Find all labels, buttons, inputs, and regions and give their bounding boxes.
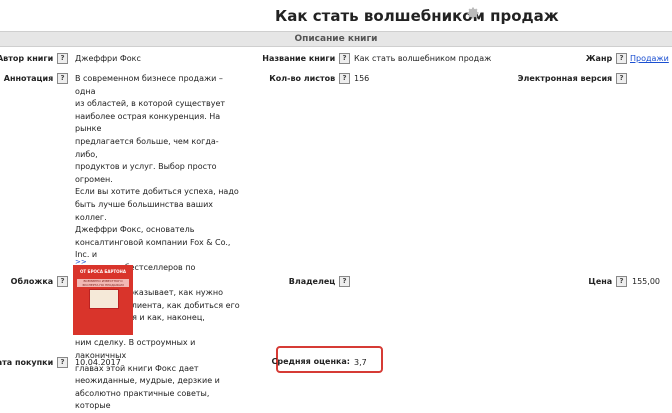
pages-label: Кол-во листов ? xyxy=(269,73,350,84)
help-icon[interactable]: ? xyxy=(57,357,68,368)
title-bar: Как стать волшебником продаж xyxy=(0,0,672,30)
average-rating-value: 3,7 xyxy=(354,358,367,367)
annotation-label: Аннотация ? xyxy=(4,73,68,84)
purchase-date-value: 10.04.2017 xyxy=(75,358,121,367)
cover-label: Обложка ? xyxy=(11,276,68,287)
help-icon[interactable]: ? xyxy=(616,53,627,64)
section-header: Описание книги xyxy=(0,31,672,47)
price-label: Цена ? xyxy=(588,276,627,287)
electronic-version-label: Электронная версия ? xyxy=(518,73,627,84)
help-icon[interactable]: ? xyxy=(339,73,350,84)
purchase-date-label: Дата покупки ? xyxy=(0,357,68,368)
author-label: Автор книги ? xyxy=(0,53,68,64)
average-rating-label: Средняя оценка: xyxy=(271,357,350,366)
help-icon[interactable]: ? xyxy=(616,73,627,84)
pages-value: 156 xyxy=(354,74,370,83)
genre-label: Жанр ? xyxy=(586,53,627,64)
page-title: Как стать волшебником продаж xyxy=(275,7,559,25)
help-icon[interactable]: ? xyxy=(339,276,350,287)
help-icon[interactable]: ? xyxy=(616,276,627,287)
cover-illustration xyxy=(89,289,119,309)
help-icon[interactable]: ? xyxy=(339,53,350,64)
help-icon[interactable]: ? xyxy=(57,73,68,84)
help-icon[interactable]: ? xyxy=(57,276,68,287)
price-value: 155,00 xyxy=(632,277,660,286)
gear-icon[interactable] xyxy=(466,6,480,20)
book-title-label: Название книги ? xyxy=(262,53,350,64)
owner-label: Владелец ? xyxy=(289,276,350,287)
author-value: Джеффри Фокс xyxy=(75,54,141,63)
genre-link[interactable]: Продажи xyxy=(630,54,669,63)
book-cover-image[interactable]: ОТ БРОСА БАРТОНА ВСЕМИРНО ИЗВЕСТНОГО ЭКС… xyxy=(73,265,133,335)
help-icon[interactable]: ? xyxy=(57,53,68,64)
book-title-value: Как стать волшебником продаж xyxy=(354,54,492,63)
